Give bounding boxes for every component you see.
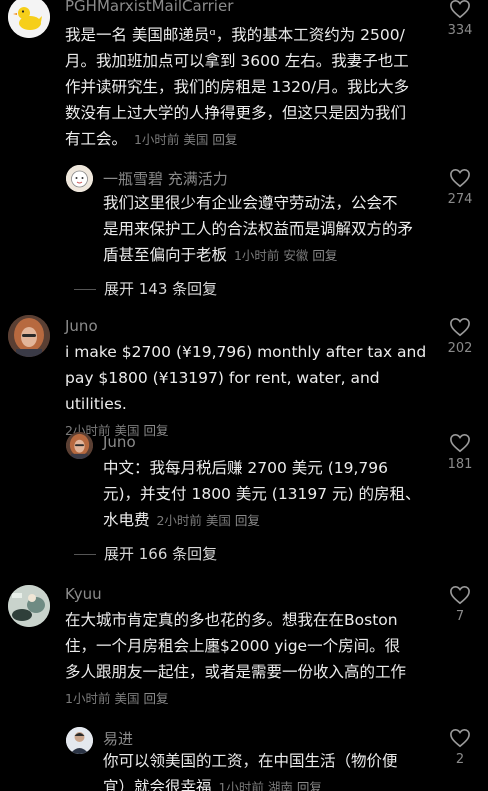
heart-icon: [450, 317, 470, 337]
avatar[interactable]: [8, 585, 50, 627]
comment-text[interactable]: 我是一名 美国邮递员ᵅ，我的基本工资约为 2500/ 月。我加班加点可以拿到 3…: [65, 22, 440, 153]
like-count: 2: [455, 752, 465, 767]
comment-text[interactable]: i make $2700 (¥19,796) monthly after tax…: [65, 339, 445, 444]
like-button[interactable]: 2: [442, 728, 478, 767]
reply-text[interactable]: 中文：我每月税后赚 2700 美元 (19,796 元)，并支付 1800 美元…: [103, 455, 443, 534]
like-count: 274: [447, 192, 473, 207]
avatar[interactable]: [66, 165, 93, 192]
reply-button[interactable]: 回复: [312, 248, 337, 263]
comment-list: PGHMarxistMailCarrier 我是一名 美国邮递员ᵅ，我的基本工资…: [0, 0, 488, 791]
like-count: 202: [447, 341, 473, 356]
reply-button[interactable]: 回复: [212, 132, 237, 147]
reply-button[interactable]: 回复: [297, 780, 322, 791]
reply-text[interactable]: 我们这里很少有企业会遵守劳动法，公会不 是用来保护工人的合法权益而是调解双方的矛…: [103, 190, 443, 269]
duck-avatar-icon: [8, 0, 50, 38]
like-button[interactable]: 181: [442, 433, 478, 472]
expand-replies-button[interactable]: 展开 166 条回复: [74, 543, 217, 564]
comment-meta: 1小时前 美国 回复: [133, 132, 238, 147]
reply-button[interactable]: 回复: [143, 691, 168, 706]
like-count: 181: [447, 457, 473, 472]
portrait-avatar-icon: [8, 315, 50, 357]
reply-text[interactable]: 你可以领美国的工资，在中国生活（物价便 宜）就会很幸福 1小时前 湖南 回复: [103, 748, 443, 791]
avatar[interactable]: [8, 0, 50, 38]
like-button[interactable]: 274: [442, 168, 478, 207]
cartoon-avatar-icon: [66, 165, 93, 192]
portrait-avatar-icon: [66, 432, 93, 459]
heart-icon: [450, 0, 470, 19]
reply-meta: 1小时前 安徽 回复: [233, 248, 338, 263]
comment-meta: 1小时前 美国 回复: [65, 691, 169, 706]
like-count: 334: [447, 23, 473, 38]
heart-icon: [450, 585, 470, 605]
portrait-avatar-icon: [66, 727, 93, 754]
comment-username[interactable]: Juno: [65, 317, 98, 335]
like-button[interactable]: 334: [442, 0, 478, 38]
comment-text[interactable]: 在大城市肯定真的多也花的多。想我在在Boston 住，一个月房租会上廛$2000…: [65, 607, 455, 712]
like-count: 7: [455, 609, 465, 624]
like-button[interactable]: 202: [442, 317, 478, 356]
expand-replies-button[interactable]: 展开 143 条回复: [74, 278, 217, 299]
avatar[interactable]: [66, 432, 93, 459]
reply-meta: 2小时前 美国 回复: [156, 513, 260, 528]
comment-username[interactable]: Kyuu: [65, 585, 102, 603]
comment-username[interactable]: PGHMarxistMailCarrier: [65, 0, 233, 15]
reply-button[interactable]: 回复: [235, 513, 260, 528]
avatar[interactable]: [8, 315, 50, 357]
divider-line: [74, 554, 96, 555]
reply-meta: 1小时前 湖南 回复: [218, 780, 321, 791]
like-button[interactable]: 7: [442, 585, 478, 624]
reply-button[interactable]: 回复: [143, 423, 168, 438]
heart-icon: [450, 168, 470, 188]
reply-username[interactable]: 易进: [103, 728, 133, 749]
avatar[interactable]: [66, 727, 93, 754]
photo-avatar-icon: [8, 585, 50, 627]
heart-icon: [450, 728, 470, 748]
reply-username[interactable]: Juno: [103, 433, 136, 451]
divider-line: [74, 289, 96, 290]
heart-icon: [450, 433, 470, 453]
reply-username[interactable]: 一瓶雪碧 充满活力: [103, 168, 228, 189]
